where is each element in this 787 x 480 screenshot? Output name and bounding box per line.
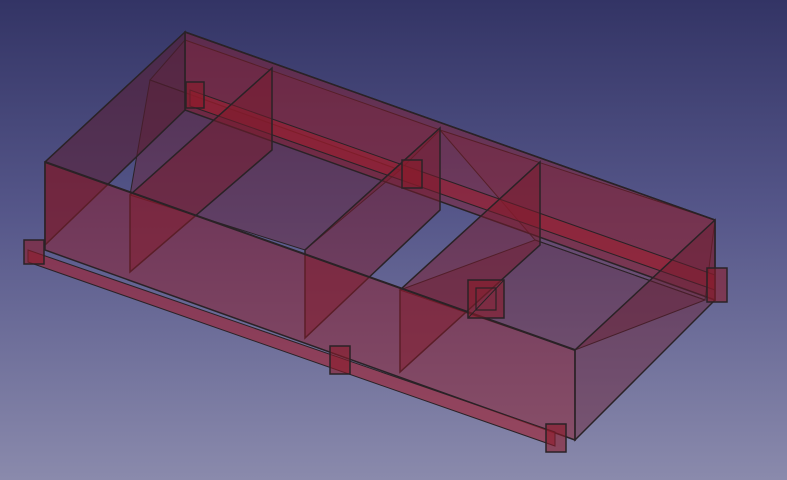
model-view[interactable] (0, 0, 787, 480)
bracket-back-left (185, 81, 205, 109)
bracket-front-middle (329, 345, 351, 375)
bracket-front-left (23, 239, 45, 265)
3d-viewport[interactable] (0, 0, 787, 480)
center-fixture[interactable] (467, 279, 505, 319)
bracket-back-right (706, 267, 728, 303)
bracket-front-right (545, 423, 567, 453)
bracket-back-middle (401, 159, 423, 189)
